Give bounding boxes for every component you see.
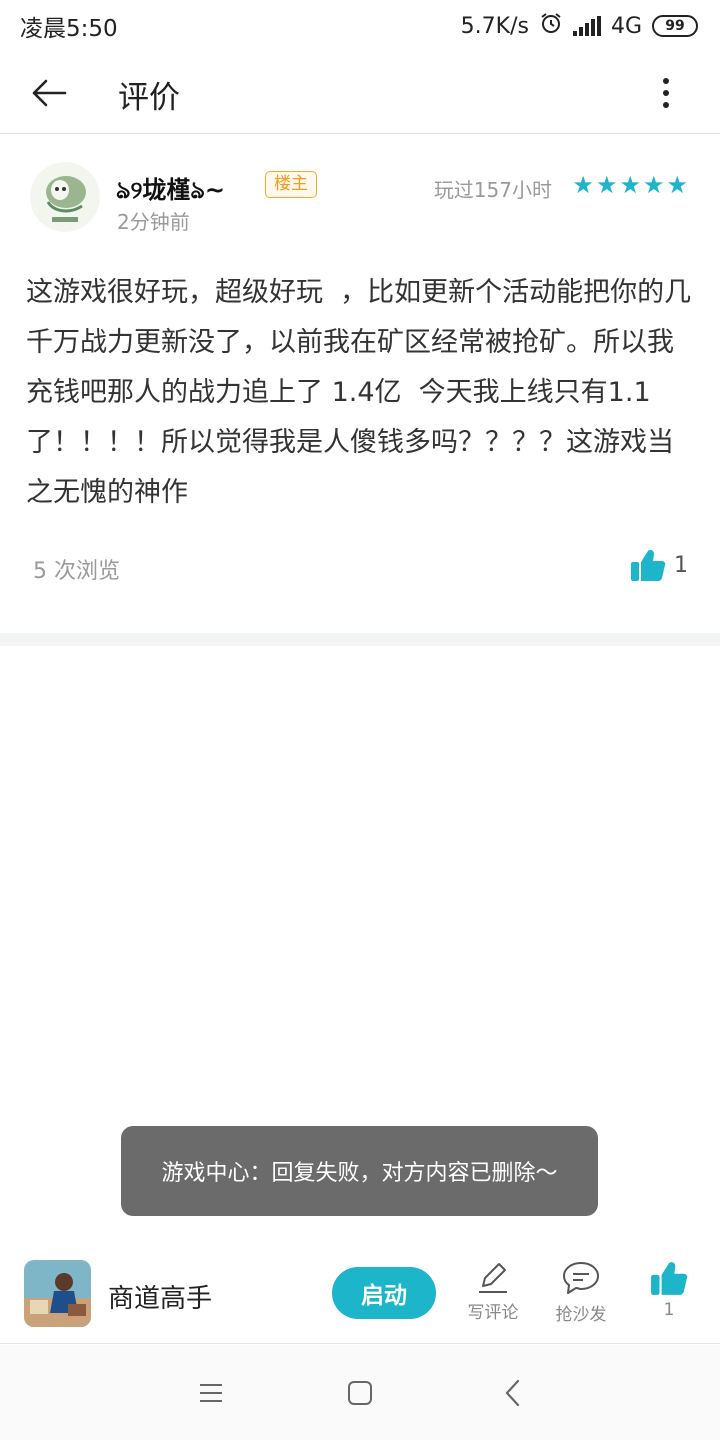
played-time: 玩过157小时 xyxy=(433,178,552,202)
network-speed: 5.7K/s xyxy=(460,13,529,39)
pencil-icon xyxy=(479,1263,507,1293)
network-type: 4G xyxy=(610,13,642,39)
owner-badge: 楼主 xyxy=(265,171,317,198)
more-vertical-icon xyxy=(663,78,669,108)
toast-message: 游戏中心：回复失败，对方内容已删除～ xyxy=(121,1126,598,1216)
alarm-icon xyxy=(539,11,563,41)
like-button[interactable]: 1 xyxy=(629,1260,709,1320)
back-chevron-icon xyxy=(505,1379,520,1407)
star-icon: ★ xyxy=(572,171,594,199)
star-icon: ★ xyxy=(619,171,641,199)
home-square-icon xyxy=(348,1381,372,1405)
nav-back-button[interactable] xyxy=(492,1373,532,1413)
navigation-bar xyxy=(0,1345,720,1440)
comment-icon xyxy=(563,1262,599,1294)
like-count: 1 xyxy=(663,1300,675,1320)
sofa-button[interactable]: 抢沙发 xyxy=(541,1260,621,1325)
launch-button[interactable]: 启动 xyxy=(332,1267,436,1319)
star-icon: ★ xyxy=(595,171,618,199)
thumbs-up-icon xyxy=(631,550,666,581)
status-time: 凌晨5:50 xyxy=(20,16,118,42)
posted-time: 2分钟前 xyxy=(117,210,190,234)
back-button[interactable] xyxy=(24,68,74,118)
sofa-label: 抢沙发 xyxy=(555,1305,607,1325)
signal-icon xyxy=(572,16,601,36)
toast-text: 游戏中心：回复失败，对方内容已删除～ xyxy=(161,1161,558,1186)
section-divider xyxy=(0,633,720,646)
write-review-button[interactable]: 写评论 xyxy=(453,1260,533,1323)
star-icon: ★ xyxy=(642,171,665,199)
battery-icon: 99 xyxy=(652,15,698,37)
write-review-label: 写评论 xyxy=(467,1303,519,1323)
menu-button[interactable] xyxy=(191,1373,231,1413)
review-like-count: 1 xyxy=(674,552,688,578)
page-title: 评价 xyxy=(118,80,180,116)
avatar[interactable] xyxy=(30,162,100,232)
app-bar: 评价 xyxy=(0,52,720,134)
status-bar: 凌晨5:50 5.7K/s 4G 99 xyxy=(0,0,720,52)
more-button[interactable] xyxy=(646,70,686,116)
home-button[interactable] xyxy=(340,1373,380,1413)
review-like-button[interactable]: 1 xyxy=(630,548,688,582)
review-body: 这游戏很好玩，超级好玩 ，比如更新个活动能把你的几千万战力更新没了，以前我在矿区… xyxy=(26,277,692,508)
star-icon: ★ xyxy=(666,171,688,199)
game-name: 商道高手 xyxy=(108,1284,213,1314)
status-right: 5.7K/s 4G 99 xyxy=(461,11,698,41)
bottom-action-bar: 商道高手 启动 写评论 抢沙发 1 xyxy=(0,1244,720,1344)
menu-icon xyxy=(200,1384,222,1402)
rating-stars: ★ ★ ★ ★ ★ xyxy=(572,172,688,198)
game-icon[interactable] xyxy=(24,1260,91,1327)
thumbs-up-icon xyxy=(651,1262,688,1295)
battery-level: 99 xyxy=(665,18,685,34)
arrow-left-icon xyxy=(32,79,67,107)
view-count: 5 次浏览 xyxy=(33,559,120,584)
